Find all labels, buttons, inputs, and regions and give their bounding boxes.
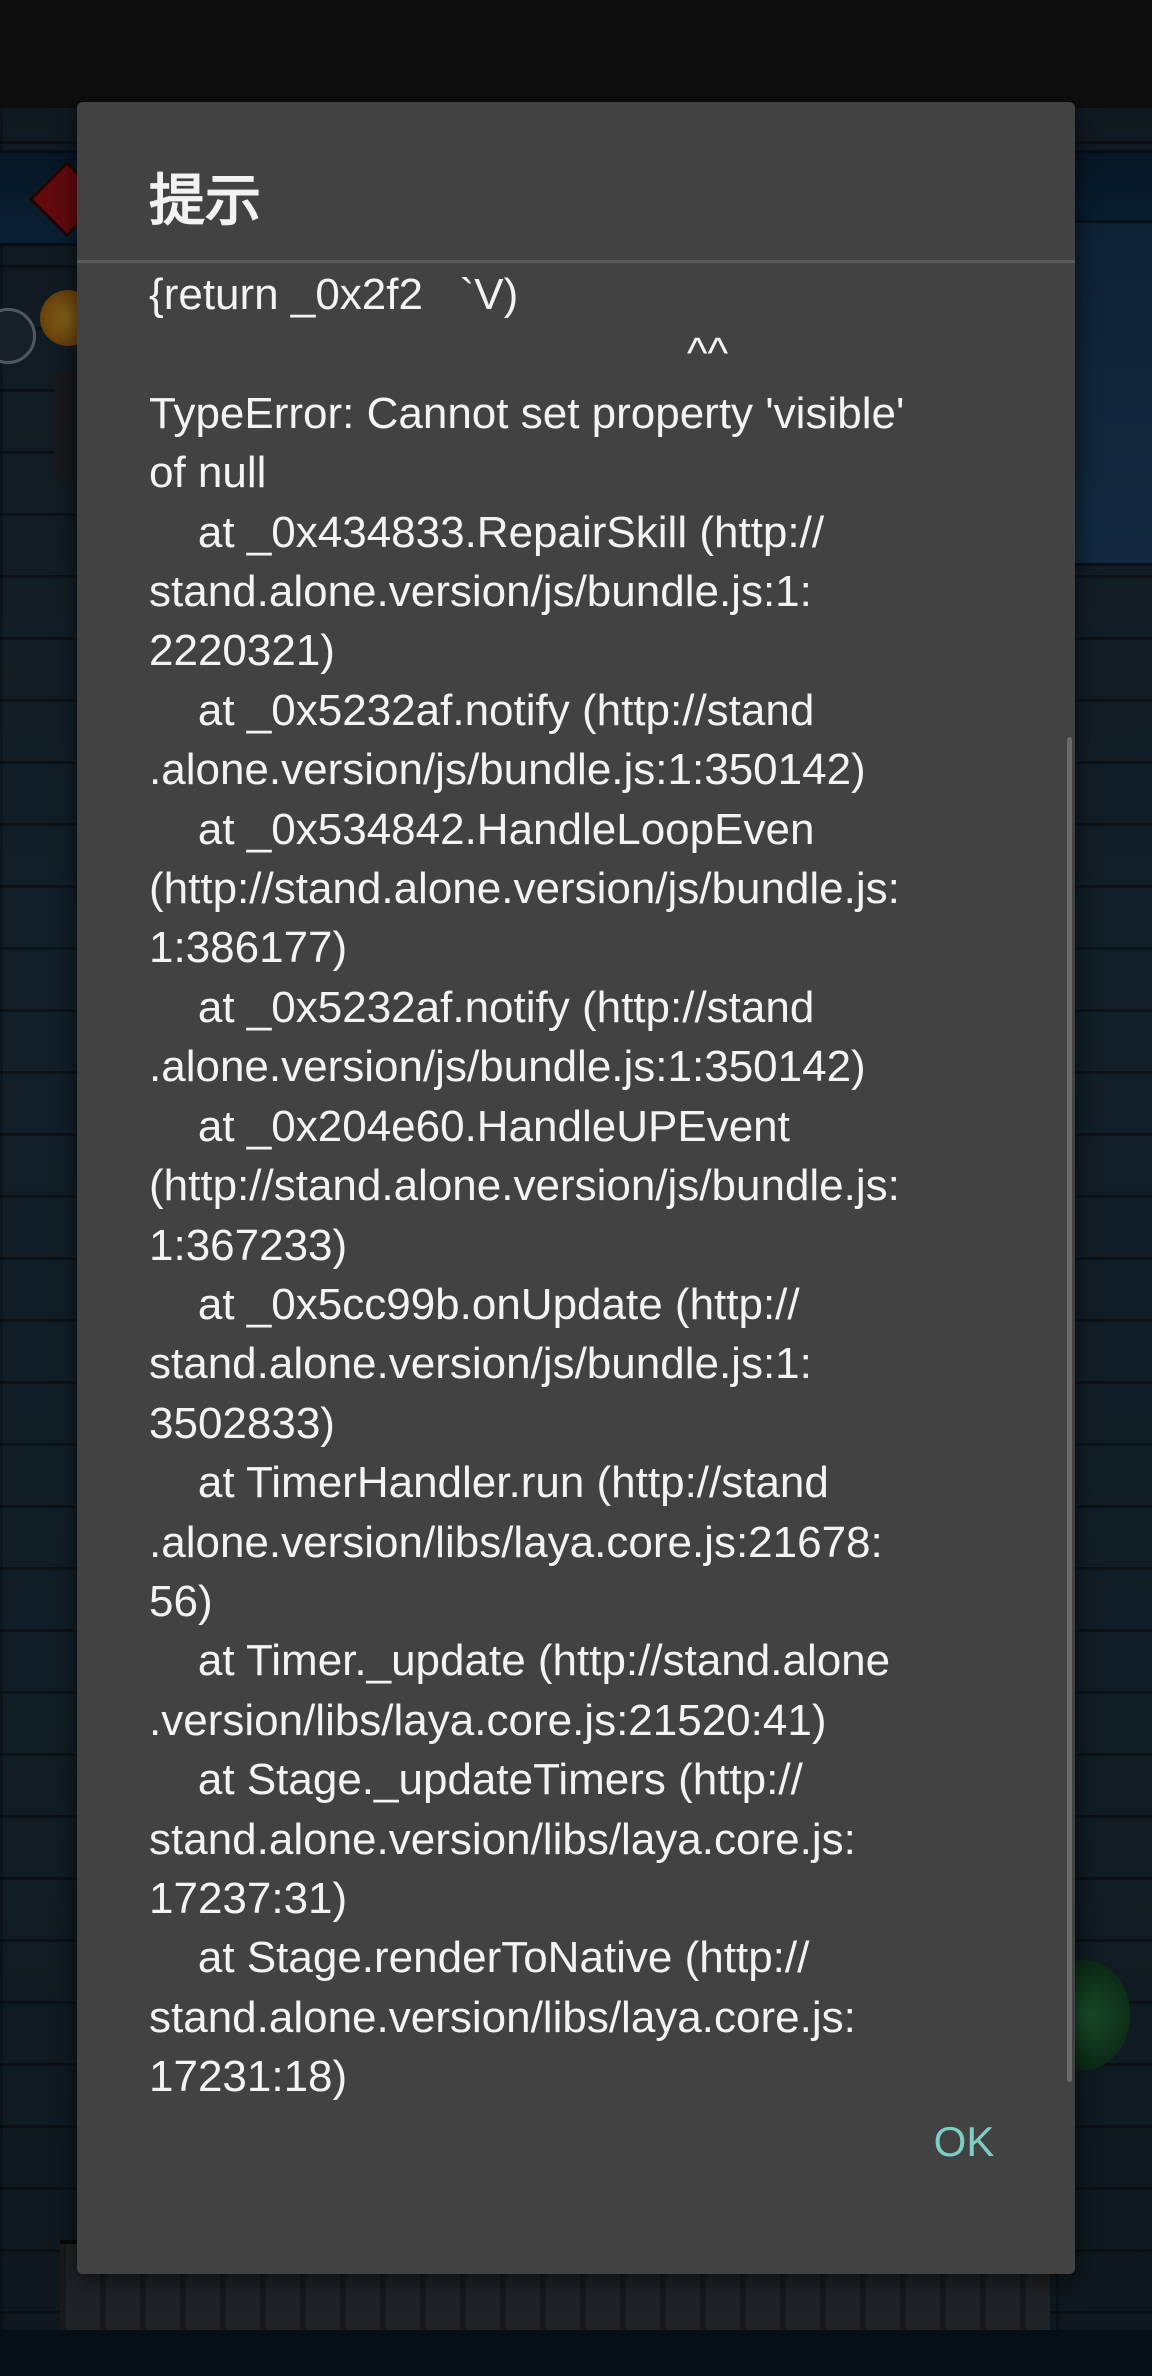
message-scrollbar[interactable] <box>1067 737 1072 2082</box>
message-scroll-area[interactable]: {return _0x2f2 `V) ^^ TypeError: Cannot … <box>77 263 1075 2171</box>
dialog-title: 提示 <box>149 169 261 234</box>
error-message-text: {return _0x2f2 `V) ^^ TypeError: Cannot … <box>149 270 905 2102</box>
ok-button[interactable]: OK <box>889 2100 1039 2184</box>
error-alert-dialog: 提示 {return _0x2f2 `V) ^^ TypeError: Cann… <box>77 102 1075 2274</box>
